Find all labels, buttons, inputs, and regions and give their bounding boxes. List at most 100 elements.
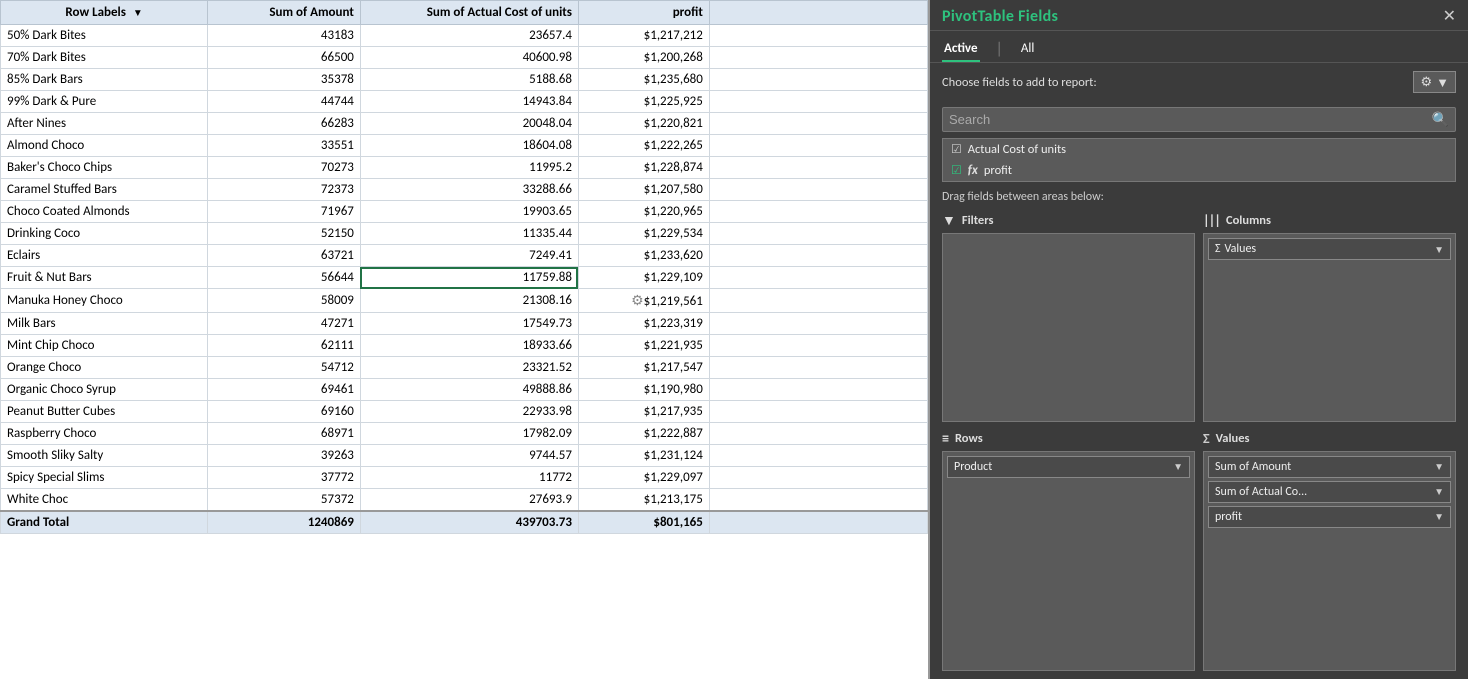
field-item-profit[interactable]: ☑ fx profit bbox=[943, 160, 1455, 181]
drag-note: Drag fields between areas below: bbox=[930, 186, 1468, 212]
values-chip-amount-arrow: ▼ bbox=[1434, 460, 1444, 473]
tab-active[interactable]: Active bbox=[942, 37, 980, 62]
row-actual: 11335.44 bbox=[360, 223, 578, 245]
filters-drop-area[interactable] bbox=[942, 233, 1195, 422]
values-chip-actual[interactable]: Sum of Actual Co... ▼ bbox=[1208, 481, 1451, 503]
table-row[interactable]: 85% Dark Bars353785188.68$1,235,680 bbox=[1, 69, 928, 91]
table-row[interactable]: Peanut Butter Cubes6916022933.98$1,217,9… bbox=[1, 401, 928, 423]
table-header-row: Row Labels ▼ Sum of Amount Sum of Actual… bbox=[1, 1, 928, 25]
values-chip-profit[interactable]: profit ▼ bbox=[1208, 506, 1451, 528]
row-actual: 11759.88 bbox=[360, 267, 578, 289]
row-amount: 39263 bbox=[208, 445, 361, 467]
search-box[interactable]: 🔍 bbox=[942, 107, 1456, 132]
rows-chip-product[interactable]: Product ▼ bbox=[947, 456, 1190, 478]
panel-close-button[interactable]: ✕ bbox=[1443, 6, 1456, 26]
table-row[interactable]: Orange Choco5471223321.52$1,217,547 bbox=[1, 357, 928, 379]
table-row[interactable]: Spicy Special Slims3777211772$1,229,097 bbox=[1, 467, 928, 489]
col-header-profit[interactable]: profit bbox=[578, 1, 709, 25]
values-chip-amount[interactable]: Sum of Amount ▼ bbox=[1208, 456, 1451, 478]
fields-section-row: Choose fields to add to report: ⚙ ▼ bbox=[942, 71, 1456, 93]
table-row[interactable]: Manuka Honey Choco5800921308.16⚙$1,219,5… bbox=[1, 289, 928, 313]
row-amount: 66500 bbox=[208, 47, 361, 69]
field-checkbox-profit[interactable]: ☑ bbox=[951, 163, 962, 178]
fields-section: Choose fields to add to report: ⚙ ▼ bbox=[930, 63, 1468, 107]
row-label: 99% Dark & Pure bbox=[1, 91, 208, 113]
table-row[interactable]: Fruit & Nut Bars5664411759.88$1,229,109 bbox=[1, 267, 928, 289]
panel-header: PivotTable Fields ✕ bbox=[930, 0, 1468, 31]
tab-all[interactable]: All bbox=[1019, 37, 1037, 62]
gear-button[interactable]: ⚙ ▼ bbox=[1413, 71, 1456, 93]
row-amount: 54712 bbox=[208, 357, 361, 379]
table-row[interactable]: Drinking Coco5215011335.44$1,229,534 bbox=[1, 223, 928, 245]
row-actual: 17982.09 bbox=[360, 423, 578, 445]
grand-total-empty bbox=[709, 511, 927, 534]
values-drop-area[interactable]: Sum of Amount ▼ Sum of Actual Co... ▼ pr… bbox=[1203, 451, 1456, 672]
table-row[interactable]: Organic Choco Syrup6946149888.86$1,190,9… bbox=[1, 379, 928, 401]
row-empty bbox=[709, 69, 927, 91]
table-row[interactable]: Caramel Stuffed Bars7237333288.66$1,207,… bbox=[1, 179, 928, 201]
row-actual: 5188.68 bbox=[360, 69, 578, 91]
row-amount: 43183 bbox=[208, 25, 361, 47]
table-row[interactable]: Almond Choco3355118604.08$1,222,265 bbox=[1, 135, 928, 157]
row-label: Drinking Coco bbox=[1, 223, 208, 245]
row-profit: $1,235,680 bbox=[578, 69, 709, 91]
row-actual: 40600.98 bbox=[360, 47, 578, 69]
row-actual: 7249.41 bbox=[360, 245, 578, 267]
table-row[interactable]: Eclairs637217249.41$1,233,620 bbox=[1, 245, 928, 267]
search-input[interactable] bbox=[949, 112, 1432, 127]
row-label: Choco Coated Almonds bbox=[1, 201, 208, 223]
row-amount: 58009 bbox=[208, 289, 361, 313]
table-row[interactable]: Smooth Sliky Salty392639744.57$1,231,124 bbox=[1, 445, 928, 467]
row-empty bbox=[709, 267, 927, 289]
row-empty bbox=[709, 489, 927, 512]
table-row[interactable]: Mint Chip Choco6211118933.66$1,221,935 bbox=[1, 335, 928, 357]
field-item-actual-cost[interactable]: ☑ Actual Cost of units bbox=[943, 139, 1455, 160]
row-amount: 69160 bbox=[208, 401, 361, 423]
row-label: White Choc bbox=[1, 489, 208, 512]
pivot-table: Row Labels ▼ Sum of Amount Sum of Actual… bbox=[0, 0, 928, 534]
field-label-profit: profit bbox=[984, 163, 1012, 178]
rows-section: ≡ Rows Product ▼ bbox=[942, 430, 1195, 672]
row-actual: 21308.16 bbox=[360, 289, 578, 313]
rows-drop-area[interactable]: Product ▼ bbox=[942, 451, 1195, 672]
row-profit: $1,229,097 bbox=[578, 467, 709, 489]
rows-title: ≡ Rows bbox=[942, 430, 1195, 447]
table-row[interactable]: 70% Dark Bites6650040600.98$1,200,268 bbox=[1, 47, 928, 69]
row-empty bbox=[709, 289, 927, 313]
table-row[interactable]: Raspberry Choco6897117982.09$1,222,887 bbox=[1, 423, 928, 445]
col-header-actual[interactable]: Sum of Actual Cost of units bbox=[360, 1, 578, 25]
table-row[interactable]: Milk Bars4727117549.73$1,223,319 bbox=[1, 313, 928, 335]
col-header-amount[interactable]: Sum of Amount bbox=[208, 1, 361, 25]
table-row[interactable]: After Nines6628320048.04$1,220,821 bbox=[1, 113, 928, 135]
row-actual: 18604.08 bbox=[360, 135, 578, 157]
table-row[interactable]: Baker's Choco Chips7027311995.2$1,228,87… bbox=[1, 157, 928, 179]
filter-icon: ▼ bbox=[942, 212, 956, 229]
row-label: Eclairs bbox=[1, 245, 208, 267]
columns-drop-area[interactable]: Σ Values ▼ bbox=[1203, 233, 1456, 422]
table-row[interactable]: 50% Dark Bites4318323657.4$1,217,212 bbox=[1, 25, 928, 47]
row-label: Smooth Sliky Salty bbox=[1, 445, 208, 467]
field-checkbox-actual[interactable]: ☑ bbox=[951, 142, 962, 157]
search-icon: 🔍 bbox=[1432, 111, 1449, 128]
filter-dropdown-icon[interactable]: ▼ bbox=[133, 6, 143, 19]
table-row[interactable]: White Choc5737227693.9$1,213,175 bbox=[1, 489, 928, 512]
row-empty bbox=[709, 91, 927, 113]
row-empty bbox=[709, 201, 927, 223]
row-amount: 66283 bbox=[208, 113, 361, 135]
col-header-row-labels[interactable]: Row Labels ▼ bbox=[1, 1, 208, 25]
row-actual: 20048.04 bbox=[360, 113, 578, 135]
gear-icon: ⚙ bbox=[1420, 74, 1432, 90]
row-empty bbox=[709, 47, 927, 69]
row-actual: 33288.66 bbox=[360, 179, 578, 201]
values-section: Σ Values Sum of Amount ▼ Sum of Actual C… bbox=[1203, 430, 1456, 672]
table-row[interactable]: 99% Dark & Pure4474414943.84$1,225,925 bbox=[1, 91, 928, 113]
col-header-empty bbox=[709, 1, 927, 25]
row-amount: 71967 bbox=[208, 201, 361, 223]
columns-chip-values[interactable]: Σ Values ▼ bbox=[1208, 238, 1451, 260]
row-label: 70% Dark Bites bbox=[1, 47, 208, 69]
row-empty bbox=[709, 379, 927, 401]
table-row[interactable]: Choco Coated Almonds7196719903.65$1,220,… bbox=[1, 201, 928, 223]
row-amount: 33551 bbox=[208, 135, 361, 157]
row-actual: 19903.65 bbox=[360, 201, 578, 223]
row-label: Spicy Special Slims bbox=[1, 467, 208, 489]
